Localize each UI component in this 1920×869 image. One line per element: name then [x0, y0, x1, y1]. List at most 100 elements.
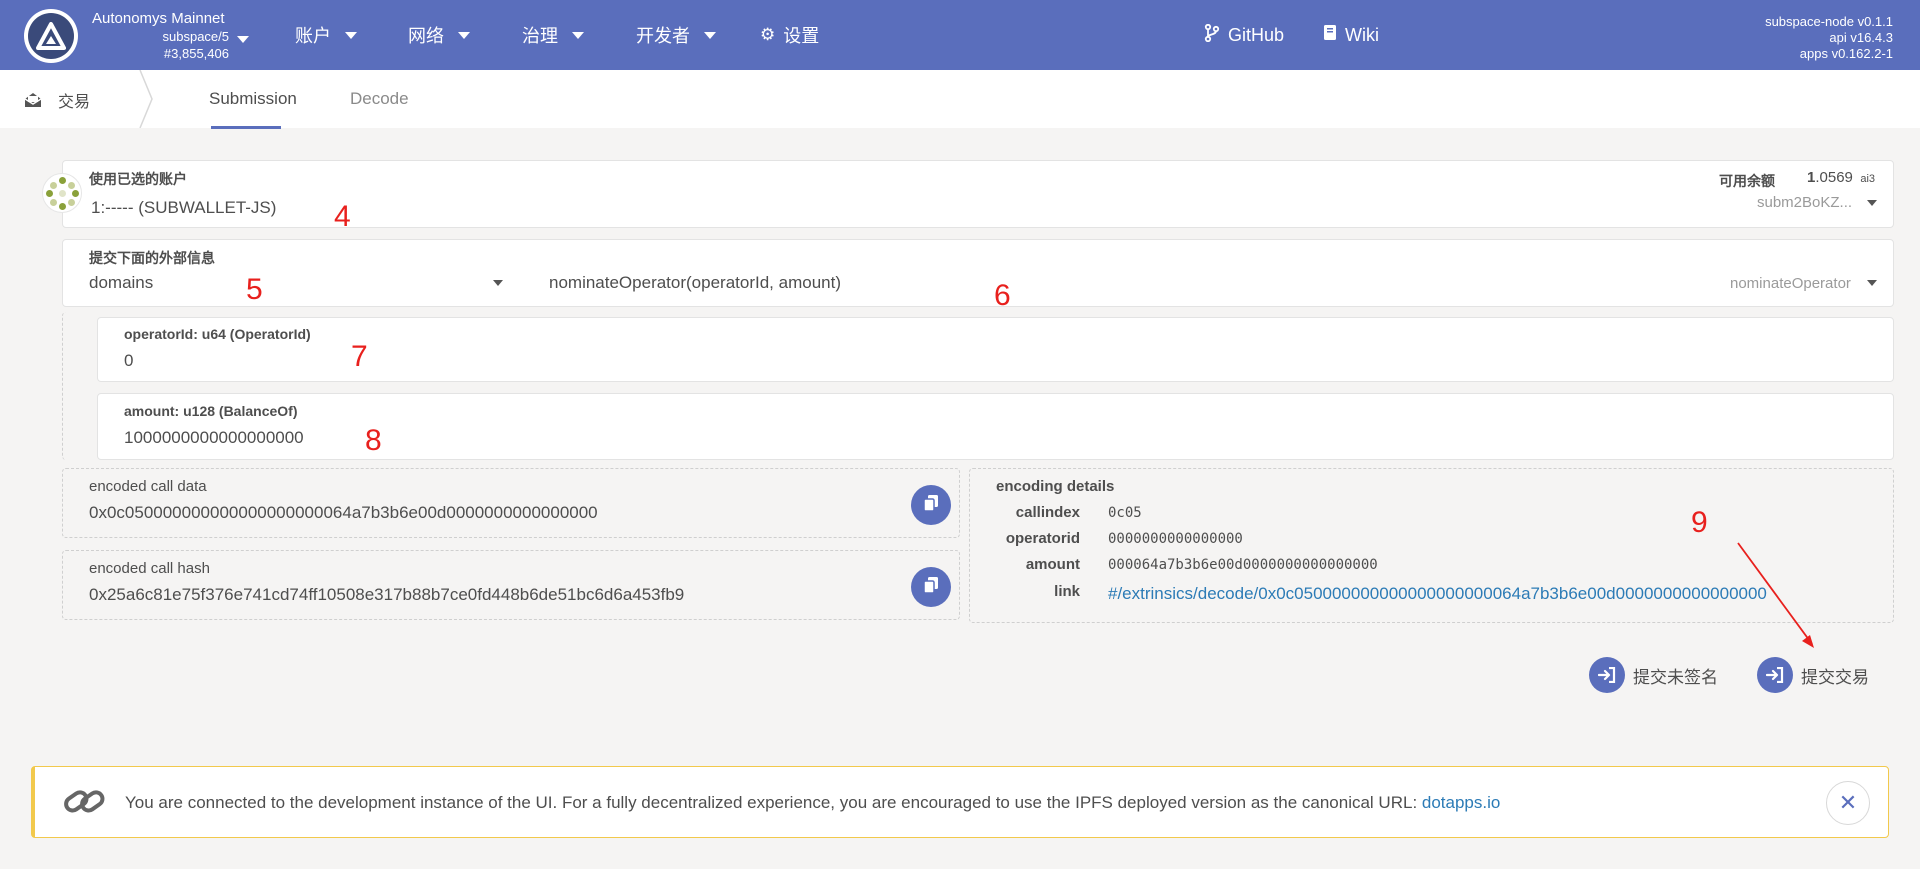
call-hash-value: 0x25a6c81e75f376e741cd74ff10508e317b88b7…	[89, 585, 685, 604]
submit-unsigned-button[interactable]: 提交未签名	[1589, 657, 1718, 693]
param-label: amount: u128 (BalanceOf)	[124, 403, 298, 419]
chevron-down-icon	[572, 31, 584, 39]
param-label: operatorId: u64 (OperatorId)	[124, 326, 311, 342]
call-short: nominateOperator	[1730, 275, 1851, 292]
chevron-down-icon	[1867, 200, 1877, 206]
annotation-5: 5	[246, 273, 263, 306]
nav-accounts-label: 账户	[295, 26, 331, 46]
call-data-value: 0x0c050000000000000000000064a7b3b6e00d00…	[89, 503, 598, 522]
gears-icon: ⚙	[760, 25, 776, 44]
nav-network-label: 网络	[408, 26, 444, 46]
chain-spec: subspace/5	[162, 29, 230, 44]
chevron-down-icon	[345, 31, 357, 39]
active-tab-indicator	[211, 126, 281, 129]
wiki-link[interactable]: Wiki	[1323, 22, 1379, 48]
nav-governance-label: 治理	[522, 26, 558, 46]
operator-id-input[interactable]: 0	[124, 351, 133, 371]
extrinsic-label: 提交下面的外部信息	[89, 250, 215, 266]
nav-settings[interactable]: ⚙ 设置	[760, 22, 819, 48]
amount-input[interactable]: 1000000000000000000	[124, 428, 304, 448]
balance-label: 可用余额	[1719, 173, 1775, 189]
notice-message: You are connected to the development ins…	[125, 793, 1422, 812]
sign-in-icon	[1757, 657, 1793, 693]
api-version: api v16.4.3	[1829, 30, 1893, 45]
balance-unit: ai3	[1860, 173, 1876, 185]
top-navbar: Autonomys Mainnet subspace/5 #3,855,406 …	[0, 0, 1920, 70]
code-branch-icon	[1204, 23, 1220, 47]
breadcrumb-chevron	[139, 70, 153, 128]
wiki-label: Wiki	[1345, 24, 1379, 45]
annotation-9: 9	[1691, 506, 1708, 539]
call-hash-label: encoded call hash	[89, 560, 210, 577]
copy-icon	[923, 576, 939, 599]
annotation-4: 4	[334, 200, 351, 233]
call-value: nominateOperator(operatorId, amount)	[549, 273, 841, 292]
detail-value-amount: 000064a7b3b6e00d0000000000000000	[1108, 557, 1378, 573]
decode-link[interactable]: #/extrinsics/decode/0x0c0500000000000000…	[1108, 584, 1767, 604]
details-title: encoding details	[996, 478, 1115, 495]
section-label: 交易	[58, 94, 91, 111]
copy-call-hash-button[interactable]	[911, 567, 951, 607]
block-number: #3,855,406	[163, 46, 229, 61]
link-icon	[63, 783, 105, 826]
balance-dec: .0569	[1815, 169, 1853, 186]
encoded-call-hash: encoded call hash 0x25a6c81e75f376e741cd…	[62, 550, 960, 620]
github-link[interactable]: GitHub	[1204, 22, 1284, 48]
submit-transaction-button[interactable]: 提交交易	[1757, 657, 1869, 693]
call-dropdown[interactable]: nominateOperator(operatorId, amount) nom…	[543, 266, 1893, 306]
account-label: 使用已选的账户	[89, 171, 187, 187]
dev-instance-notice: You are connected to the development ins…	[31, 766, 1889, 838]
nav-developer-label: 开发者	[636, 26, 690, 46]
nav-settings-label: 设置	[783, 26, 820, 46]
chevron-down-icon	[704, 31, 716, 39]
close-notice-button[interactable]: ✕	[1826, 781, 1870, 825]
copy-call-data-button[interactable]	[911, 485, 951, 525]
tab-submission[interactable]: Submission	[209, 89, 297, 109]
close-icon: ✕	[1838, 790, 1858, 815]
detail-key-callindex: callindex	[1015, 504, 1080, 521]
detail-value-callindex: 0c05	[1108, 505, 1142, 521]
submit-unsigned-label: 提交未签名	[1633, 667, 1718, 687]
chevron-down-icon	[493, 280, 503, 286]
chevron-down-icon	[1867, 280, 1877, 286]
notice-text: You are connected to the development ins…	[125, 793, 1500, 813]
annotation-arrow	[1737, 542, 1814, 648]
encoded-call-data: encoded call data 0x0c050000000000000000…	[62, 468, 960, 538]
detail-key-amount: amount	[1025, 556, 1080, 573]
dotapps-link[interactable]: dotapps.io	[1422, 793, 1500, 812]
nav-accounts[interactable]: 账户	[295, 22, 357, 48]
detail-value-operatorid: 0000000000000000	[1108, 531, 1243, 547]
envelope-open-icon	[24, 92, 42, 108]
apps-version: apps v0.162.2-1	[1799, 46, 1893, 61]
pallet-dropdown[interactable]: domains	[63, 266, 513, 306]
chain-name: Autonomys Mainnet	[92, 10, 225, 27]
nav-developer[interactable]: 开发者	[636, 22, 716, 48]
nav-network[interactable]: 网络	[408, 22, 470, 48]
chevron-down-icon	[458, 31, 470, 39]
github-label: GitHub	[1228, 24, 1285, 45]
balance-value: 1.0569 ai3	[1807, 169, 1875, 187]
chain-selector[interactable]: Autonomys Mainnet subspace/5 #3,855,406	[92, 10, 257, 62]
annotation-8: 8	[365, 424, 382, 457]
detail-key-link: link	[1054, 583, 1080, 600]
call-data-label: encoded call data	[89, 478, 207, 495]
nav-governance[interactable]: 治理	[522, 22, 584, 48]
sign-in-icon	[1589, 657, 1625, 693]
sub-navbar: 交易 Submission Decode	[0, 70, 1920, 128]
pallet-value: domains	[89, 273, 154, 292]
account-identicon-icon	[42, 173, 82, 213]
account-value: 1:----- (SUBWALLET-JS)	[91, 198, 277, 217]
detail-key-operatorid: operatorid	[1005, 530, 1080, 547]
copy-icon	[923, 494, 939, 517]
submit-transaction-label: 提交交易	[1801, 667, 1869, 687]
tab-decode[interactable]: Decode	[350, 89, 409, 109]
annotation-6: 6	[994, 279, 1011, 312]
annotation-7: 7	[351, 340, 368, 373]
extrinsic-selector: 提交下面的外部信息 domains nominateOperator(opera…	[62, 239, 1894, 307]
section-title: 交易	[24, 89, 90, 111]
autonomys-logo-icon[interactable]	[24, 9, 78, 63]
account-address: subm2BoKZ...	[1757, 194, 1853, 211]
version-info: subspace-node v0.1.1 api v16.4.3 apps v0…	[1765, 14, 1893, 62]
book-icon	[1323, 24, 1337, 46]
chevron-down-icon	[237, 36, 249, 43]
